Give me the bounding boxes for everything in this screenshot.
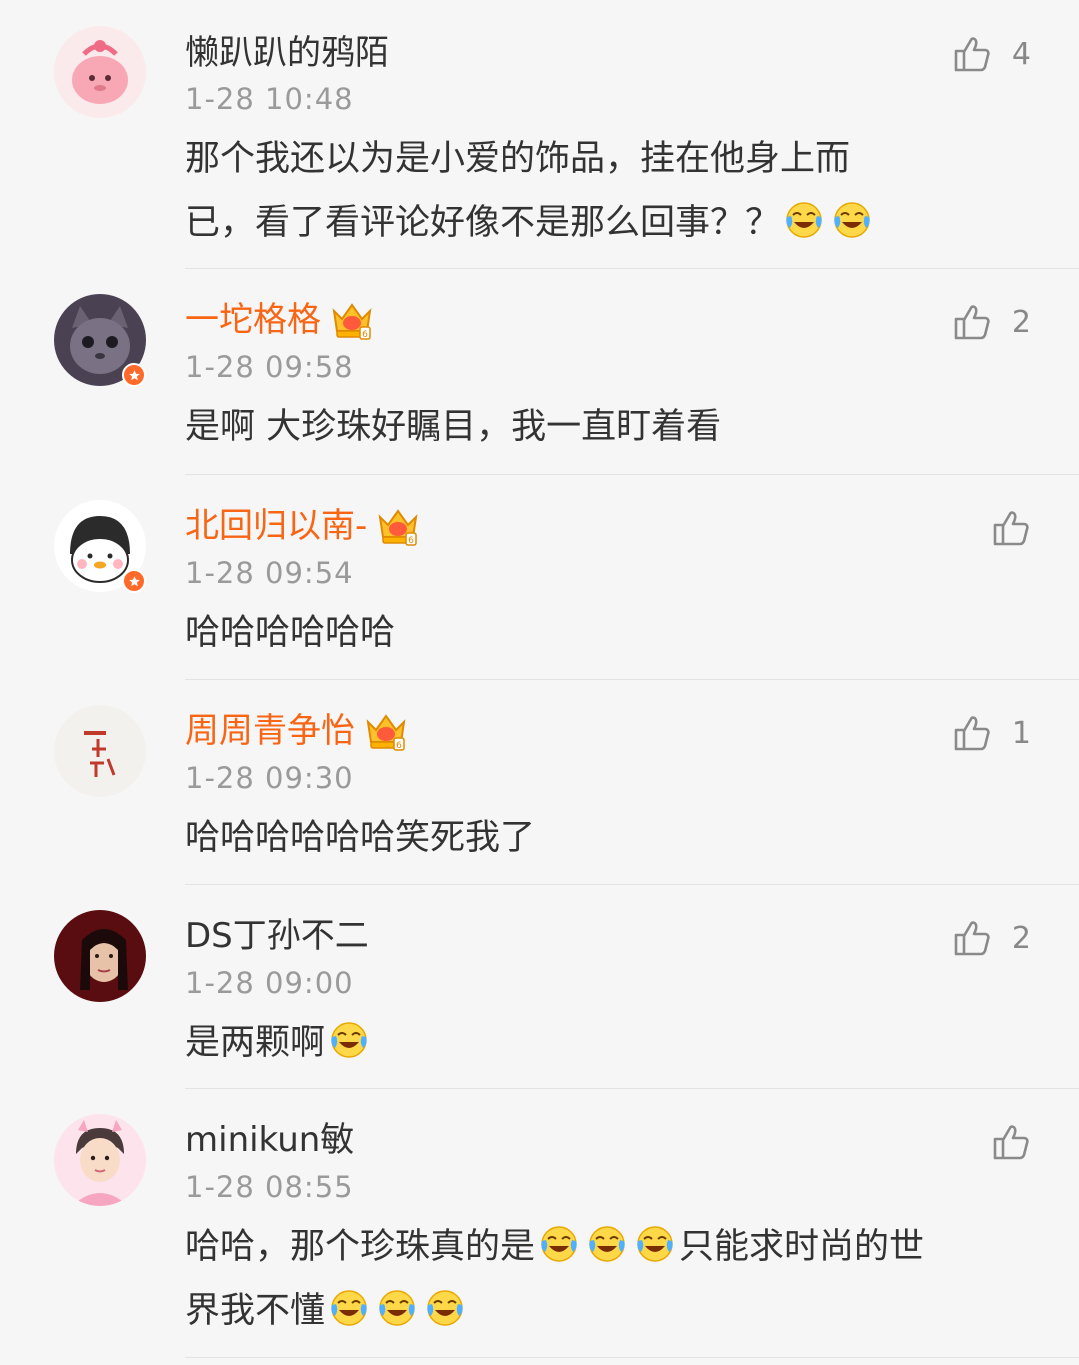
comment-text-line: 哈哈哈哈哈哈笑死我了 <box>185 806 535 870</box>
comment-text-segment: 只能求时尚的世 <box>679 1227 925 1267</box>
svg-text:6: 6 <box>362 330 368 340</box>
like-button[interactable] <box>991 1118 1031 1166</box>
like-button[interactable]: 2 <box>952 914 1031 962</box>
avatar[interactable] <box>54 910 146 1002</box>
avatar[interactable] <box>54 1114 146 1206</box>
thumbs-up-icon[interactable] <box>952 918 992 958</box>
comment-header: 北回归以南- 6 <box>185 502 421 550</box>
comment-text: 是两颗啊 <box>185 1011 373 1075</box>
like-count: 2 <box>1011 304 1031 340</box>
comment-text-segment: 是啊 大珍珠好瞩目，我一直盯着看 <box>185 407 722 447</box>
comment-header: 一坨格格 6 <box>185 296 375 344</box>
comment-time: 1-28 10:48 <box>185 82 354 116</box>
comment-text-line: 界我不懂 <box>185 1279 924 1343</box>
like-button[interactable]: 1 <box>952 709 1031 757</box>
thumbs-up-icon[interactable] <box>952 34 992 74</box>
comment-text: 是啊 大珍珠好瞩目，我一直盯着看 <box>185 395 721 459</box>
comment-text: 那个我还以为是小爱的饰品，挂在他身上而 已，看了看评论好像不是那么回事？？ <box>185 127 876 255</box>
svg-text:6: 6 <box>396 741 402 751</box>
comment-item: 周周青争怡 6 1-28 09:30 哈哈哈哈哈哈笑死我了 1 <box>0 679 1079 884</box>
verified-badge-icon <box>122 363 146 387</box>
comment-header: minikun敏 <box>185 1116 354 1164</box>
laugh-cry-emoji <box>377 1285 417 1326</box>
divider <box>185 679 1079 680</box>
comment-text-segment: 那个我还以为是小爱的饰品，挂在他身上而 <box>185 139 851 179</box>
comment-text-segment: 界我不懂 <box>185 1291 326 1331</box>
comment-text-segment: 哈哈哈哈哈哈笑死我了 <box>185 818 536 858</box>
svg-text:6: 6 <box>408 536 414 546</box>
comment-header: 懒趴趴的鸦陌 <box>185 29 389 77</box>
comment-text-line: 是两颗啊 <box>185 1011 373 1075</box>
laugh-cry-emoji <box>635 1221 675 1262</box>
divider <box>185 268 1079 269</box>
vip-crown-icon: 6 <box>329 297 375 343</box>
laugh-cry-emoji <box>587 1221 627 1262</box>
red-portrait-avatar <box>54 910 146 1002</box>
divider <box>185 1357 1079 1358</box>
comment-text-line: 哈哈，那个珍珠真的是 只能求时尚的世 <box>185 1215 924 1279</box>
comment-time: 1-28 09:30 <box>185 761 354 795</box>
thumbs-up-icon[interactable] <box>991 508 1031 548</box>
laugh-cry-emoji <box>425 1285 465 1326</box>
comment-text-segment: 哈哈，那个珍珠真的是 <box>185 1227 536 1267</box>
laugh-cry-emoji <box>329 1285 369 1326</box>
username[interactable]: 一坨格格 <box>185 296 321 344</box>
comment-time: 1-28 09:54 <box>185 556 354 590</box>
comment-time: 1-28 09:58 <box>185 350 354 384</box>
username[interactable]: 懒趴趴的鸦陌 <box>185 29 389 77</box>
laugh-cry-emoji <box>784 197 824 238</box>
comment-item: 北回归以南- 6 1-28 09:54 哈哈哈哈哈哈 <box>0 474 1079 679</box>
vip-crown-icon: 6 <box>375 503 421 549</box>
username[interactable]: DS丁孙不二 <box>185 912 369 960</box>
like-button[interactable] <box>991 504 1031 552</box>
like-count: 4 <box>1011 36 1031 72</box>
comment-time: 1-28 09:00 <box>185 966 354 1000</box>
comment-text: 哈哈，那个珍珠真的是 只能求时尚的世界我不懂 <box>185 1215 924 1343</box>
divider <box>185 884 1079 885</box>
comment-list: 懒趴趴的鸦陌 1-28 10:48 那个我还以为是小爱的饰品，挂在他身上而 已，看了看… <box>0 0 1079 1365</box>
laugh-cry-emoji <box>539 1221 579 1262</box>
pink-cartoon-avatar <box>54 26 146 118</box>
comment-text: 哈哈哈哈哈哈笑死我了 <box>185 806 535 870</box>
avatar[interactable] <box>54 705 146 797</box>
comment-text-line: 哈哈哈哈哈哈 <box>185 601 395 665</box>
like-button[interactable]: 2 <box>952 298 1031 346</box>
comment-header: DS丁孙不二 <box>185 912 369 960</box>
thumbs-up-icon[interactable] <box>991 1122 1031 1162</box>
avatar[interactable] <box>54 26 146 118</box>
comment-text-line: 那个我还以为是小爱的饰品，挂在他身上而 <box>185 127 876 191</box>
like-count: 2 <box>1011 920 1031 956</box>
comment-text-line: 已，看了看评论好像不是那么回事？？ <box>185 191 876 255</box>
comment-text-segment: 是两颗啊 <box>185 1023 326 1063</box>
divider <box>185 1088 1079 1089</box>
comment-text: 哈哈哈哈哈哈 <box>185 601 395 665</box>
like-count: 1 <box>1011 715 1031 751</box>
username[interactable]: 北回归以南- <box>185 502 367 550</box>
laugh-cry-emoji <box>832 197 872 238</box>
comment-item: DS丁孙不二 1-28 09:00 是两颗啊 2 <box>0 884 1079 1088</box>
comment-text-segment: 已，看了看评论好像不是那么回事？？ <box>185 203 781 243</box>
comment-item: 懒趴趴的鸦陌 1-28 10:48 那个我还以为是小爱的饰品，挂在他身上而 已，看了看… <box>0 0 1079 268</box>
comment-item: 一坨格格 6 1-28 09:58 是啊 大珍珠好瞩目，我一直盯着看 2 <box>0 268 1079 474</box>
comment-header: 周周青争怡 6 <box>185 707 409 755</box>
comment-item: minikun敏 1-28 08:55 哈哈，那个珍珠真的是 只能求时尚的世界我不懂 <box>0 1088 1079 1357</box>
calligraphy-avatar <box>54 705 146 797</box>
comment-text-segment: 哈哈哈哈哈哈 <box>185 613 396 653</box>
comment-text-line: 是啊 大珍珠好瞩目，我一直盯着看 <box>185 395 721 459</box>
divider <box>185 474 1079 475</box>
like-button[interactable]: 4 <box>952 30 1031 78</box>
laugh-cry-emoji <box>329 1017 369 1058</box>
thumbs-up-icon[interactable] <box>952 302 992 342</box>
thumbs-up-icon[interactable] <box>952 713 992 753</box>
comment-time: 1-28 08:55 <box>185 1170 354 1204</box>
username[interactable]: minikun敏 <box>185 1116 354 1164</box>
username[interactable]: 周周青争怡 <box>185 707 355 755</box>
pink-boy-avatar <box>54 1114 146 1206</box>
verified-badge-icon <box>122 569 146 593</box>
vip-crown-icon: 6 <box>363 708 409 754</box>
